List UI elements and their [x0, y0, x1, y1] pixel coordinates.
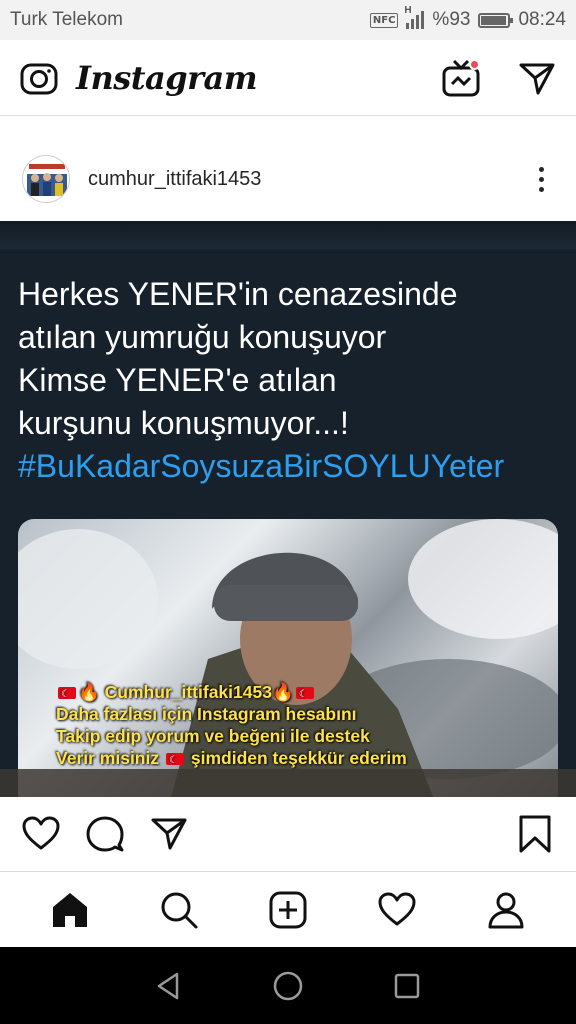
tweet-text: Herkes YENER'in cenazesinde atılan yumru… [18, 273, 558, 488]
direct-message-icon[interactable] [516, 57, 558, 99]
recents-icon[interactable] [387, 966, 427, 1006]
post-username[interactable]: cumhur_ittifaki1453 [88, 168, 261, 191]
turkish-flag-icon [165, 750, 184, 772]
app-logo: Instagram [76, 58, 258, 97]
overlay-handle-line: 🔥 Cumhur_ittifaki1453🔥 [56, 681, 536, 706]
home-circle-icon[interactable] [268, 966, 308, 1006]
overlay-line-part: şimdiden teşekkür ederim [190, 748, 407, 768]
tweet-line: Herkes YENER'in cenazesinde [18, 276, 458, 312]
network-type: H [404, 5, 412, 16]
profile-icon[interactable] [483, 887, 529, 933]
share-icon[interactable] [148, 813, 190, 855]
soldier-photo: 🔥 Cumhur_ittifaki1453🔥 Daha fazlası için… [18, 519, 558, 797]
battery-percentage: %93 [432, 9, 471, 30]
nfc-icon: NFC [369, 12, 399, 28]
bottom-navigation [0, 871, 576, 947]
activity-icon[interactable] [374, 887, 420, 933]
tweet-line: kurşunu konuşmuyor...! [18, 405, 349, 441]
back-icon[interactable] [149, 966, 189, 1006]
post-action-bar [0, 797, 576, 871]
bookmark-icon[interactable] [514, 813, 556, 855]
status-indicators: NFC H %93 08:24 [369, 5, 566, 31]
tweet-line: atılan yumruğu konuşuyor [18, 319, 387, 355]
carrier-name: Turk Telekom [10, 9, 123, 30]
tweet-line: Kimse YENER'e atılan [18, 362, 337, 398]
turkish-flag-icon [58, 684, 76, 706]
overlay-text: 🔥 Cumhur_ittifaki1453🔥 Daha fazlası için… [56, 681, 536, 772]
camera-icon[interactable] [18, 57, 60, 99]
image-top-stripe [0, 221, 576, 249]
status-bar: Turk Telekom NFC H %93 08:24 [0, 0, 576, 40]
overlay-line: Daha fazlası için Instagram hesabını [56, 704, 357, 724]
android-navigation-bar [0, 947, 576, 1024]
comment-icon[interactable] [84, 813, 126, 855]
post-image[interactable]: Herkes YENER'in cenazesinde atılan yumru… [0, 221, 576, 797]
fire-icon: 🔥 [271, 682, 294, 702]
battery-icon [478, 12, 514, 28]
like-icon[interactable] [20, 813, 62, 855]
overlay-handle: Cumhur_ittifaki1453 [104, 682, 272, 702]
search-icon[interactable] [156, 887, 202, 933]
turkish-flag-icon [295, 684, 314, 706]
post-header: cumhur_ittifaki1453 [0, 137, 576, 221]
fire-icon: 🔥 [78, 682, 100, 702]
igtv-icon[interactable] [440, 57, 482, 99]
avatar[interactable] [22, 155, 70, 203]
hashtag: #BuKadarSoysuzaBirSOYLUYeter [18, 448, 505, 484]
clock: 08:24 [518, 9, 566, 30]
overlay-line: Verir misiniz şimdiden teşekkür ederim [56, 747, 536, 772]
instagram-header: Instagram [0, 40, 576, 116]
more-options-icon[interactable] [529, 161, 554, 198]
image-bottom-bar [0, 769, 576, 797]
overlay-line-part: Verir misiniz [56, 748, 160, 768]
new-post-icon[interactable] [265, 887, 311, 933]
overlay-line: Takip edip yorum ve beğeni ile destek [56, 726, 370, 746]
home-icon[interactable] [47, 887, 93, 933]
signal-icon: H [404, 5, 425, 29]
notification-dot [469, 58, 480, 70]
